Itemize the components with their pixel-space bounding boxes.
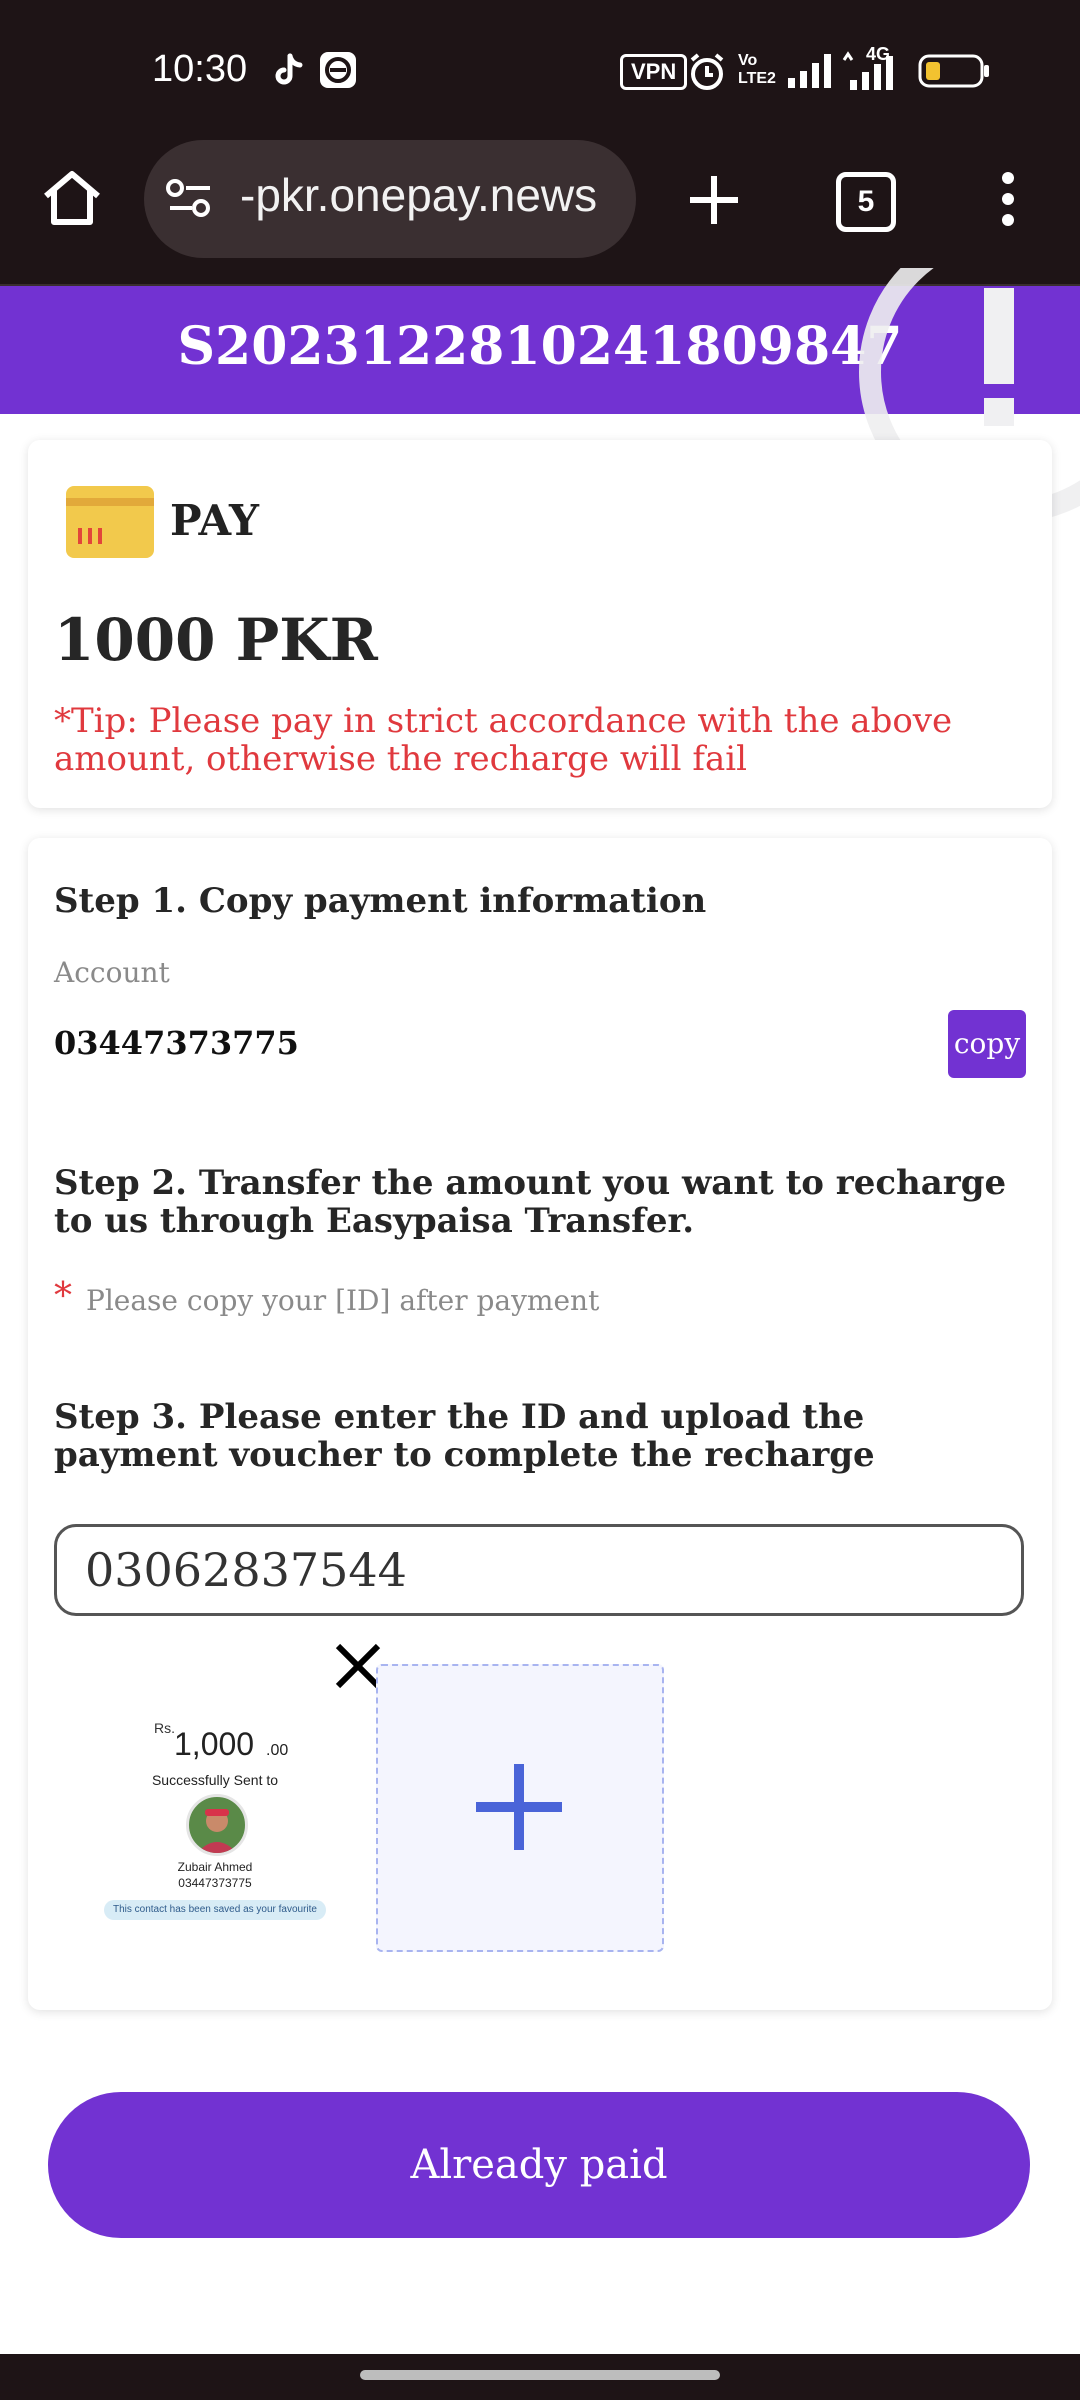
volte-indicator: Vo LTE2 xyxy=(738,52,776,87)
status-time: 10:30 xyxy=(152,48,248,90)
saved-contact-note: This contact has been saved as your favo… xyxy=(104,1900,326,1920)
network-type-label: 4G xyxy=(866,44,891,64)
pay-title: PAY xyxy=(170,496,260,545)
card-icon xyxy=(66,486,154,558)
more-menu-icon[interactable] xyxy=(996,170,1020,232)
gesture-handle[interactable] xyxy=(360,2370,720,2380)
alarm-icon xyxy=(688,52,726,96)
site-settings-icon[interactable] xyxy=(166,176,214,224)
recipient-name: Zubair Ahmed xyxy=(177,1860,253,1874)
step2-note: Please copy your [ID] after payment xyxy=(86,1284,600,1317)
easypaisa-app-icon xyxy=(320,52,356,88)
tiktok-icon xyxy=(270,52,306,88)
voucher-currency: Rs. xyxy=(154,1720,175,1736)
tab-switcher-button[interactable]: 5 xyxy=(836,172,896,232)
account-number: 03447373775 xyxy=(54,1024,299,1062)
vpn-badge: VPN xyxy=(620,54,688,90)
account-label: Account xyxy=(54,956,170,989)
required-mark: * xyxy=(54,1276,72,1317)
step2-title: Step 2. Transfer the amount you want to … xyxy=(54,1163,1007,1241)
add-image-button[interactable] xyxy=(376,1664,664,1952)
copy-button[interactable]: copy xyxy=(948,1010,1026,1078)
voucher-decimals: .00 xyxy=(266,1742,289,1759)
step1-title: Step 1. Copy payment information xyxy=(54,881,707,921)
transaction-id-input[interactable] xyxy=(54,1524,1024,1616)
amount-tip: *Tip: Please pay in strict accordance wi… xyxy=(54,701,953,779)
already-paid-button[interactable]: Already paid xyxy=(48,2092,1030,2238)
battery-icon xyxy=(918,54,990,92)
recipient-number: 03447373775 xyxy=(178,1876,252,1890)
voucher-amount: 1,000 xyxy=(174,1726,255,1762)
plus-icon xyxy=(476,1764,562,1850)
recipient-avatar xyxy=(186,1794,248,1856)
step3-title: Step 3. Please enter the ID and upload t… xyxy=(54,1397,875,1475)
home-icon[interactable] xyxy=(40,168,104,232)
voucher-sent-text: Successfully Sent to xyxy=(151,1772,279,1788)
pay-amount: 1000 PKR xyxy=(54,606,378,674)
url-text[interactable]: -pkr.onepay.news xyxy=(240,168,597,222)
new-tab-icon[interactable] xyxy=(684,170,744,234)
signal-icon xyxy=(788,54,834,92)
